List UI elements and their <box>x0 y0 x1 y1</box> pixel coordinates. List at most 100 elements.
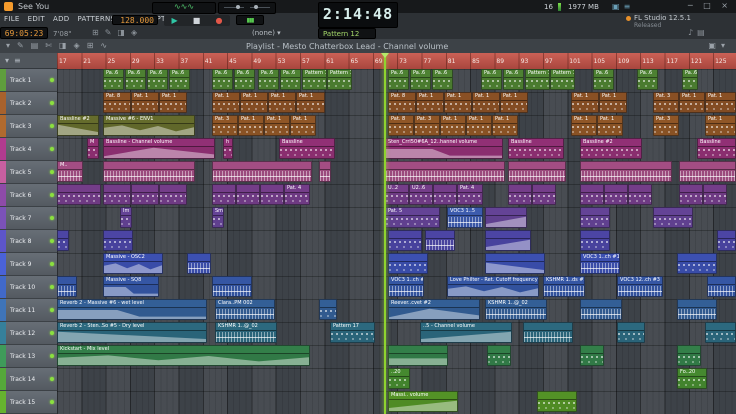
paint-tool-icon[interactable]: ▤ <box>31 41 46 50</box>
track-mute-led[interactable] <box>50 147 54 151</box>
playlist-clip[interactable] <box>212 184 236 205</box>
playlist-clip[interactable]: Pat. 3 <box>653 115 679 136</box>
playlist-clip[interactable]: VOC3 1..ch #1 <box>580 253 620 274</box>
playlist-clip[interactable]: Pat. 1 <box>264 115 290 136</box>
playlist-clip[interactable]: Bassline #2 <box>580 138 642 159</box>
playlist-clip[interactable] <box>103 161 195 182</box>
track-header[interactable]: Track 4 <box>0 138 57 161</box>
playlist-clip[interactable]: Pat. 1 <box>472 92 500 113</box>
playlist-clip[interactable] <box>707 276 736 297</box>
playlist-clip[interactable]: Bassline - Channel volume <box>103 138 215 159</box>
menu-file[interactable]: FILE <box>4 15 20 23</box>
track-header[interactable]: Track 7 <box>0 207 57 230</box>
playlist-clip[interactable]: Pat. 3 <box>414 115 440 136</box>
playlist-clip[interactable] <box>523 322 573 343</box>
playlist-clip[interactable]: Pat. 1 <box>212 92 240 113</box>
playlist-clip[interactable] <box>485 230 531 251</box>
track-mute-led[interactable] <box>50 170 54 174</box>
playlist-clip[interactable]: Im <box>120 207 132 228</box>
playlist-clip[interactable]: Pat. 1 <box>290 115 316 136</box>
playlist-clip[interactable] <box>703 184 727 205</box>
playhead[interactable] <box>381 53 389 414</box>
slice-icon[interactable]: ◈ <box>131 28 143 37</box>
playlist-clip[interactable] <box>388 230 422 251</box>
playlist-clip[interactable] <box>705 322 736 343</box>
playlist-clip[interactable]: Pa..6 <box>234 69 255 90</box>
playlist-clip[interactable]: Pat. 1 <box>599 92 627 113</box>
playlist-clip[interactable] <box>131 184 159 205</box>
pattern-selector[interactable]: Pattern 12 <box>318 28 376 39</box>
track-header[interactable]: Track 15 <box>0 391 57 414</box>
playlist-clip[interactable]: VOC3 12..ch #3 <box>617 276 663 297</box>
track-header[interactable]: Track 9 <box>0 253 57 276</box>
playlist-clip[interactable] <box>580 207 610 228</box>
track-mute-led[interactable] <box>50 262 54 266</box>
playlist-clip[interactable] <box>677 345 701 366</box>
playlist-clip[interactable] <box>508 184 532 205</box>
maximize-button[interactable]: □ <box>703 1 715 10</box>
shuffle-sliders[interactable] <box>218 2 276 14</box>
menu-patterns[interactable]: PATTERNS <box>77 15 115 23</box>
playlist-clip[interactable]: Reever..cvet #2 <box>388 299 480 320</box>
track-mute-led[interactable] <box>50 101 54 105</box>
playlist-clip[interactable]: Clara..PM 002 <box>215 299 275 320</box>
menu-edit[interactable]: EDIT <box>28 15 45 23</box>
stop-button[interactable]: ■ <box>193 16 201 26</box>
playlist-clip[interactable] <box>677 299 717 320</box>
track-mute-led[interactable] <box>50 124 54 128</box>
playlist-clip[interactable]: Pa..6 <box>169 69 190 90</box>
track-mute-led[interactable] <box>50 331 54 335</box>
playlist-clip[interactable] <box>212 276 252 297</box>
playlist-clip[interactable]: Pat. 1 <box>416 92 444 113</box>
playlist-clip[interactable]: h <box>223 138 233 159</box>
playlist-clip[interactable]: Bassline #2 <box>57 115 99 136</box>
playlist-clip[interactable]: Pat. 8 <box>388 92 416 113</box>
track-header[interactable]: Track 13 <box>0 345 57 368</box>
playlist-clip[interactable]: Pa..6 <box>481 69 502 90</box>
keyboard-icon[interactable]: ▤ <box>697 28 709 37</box>
playlist-clip[interactable]: M.. <box>57 161 83 182</box>
playlist-grid[interactable]: Pa..6 Pa..6 Pa..6 Pa..6 Pa..6 Pa..6 Pa..6 Pa..6… <box>57 69 736 414</box>
playlist-clip[interactable] <box>57 276 77 297</box>
playlist-clip[interactable] <box>57 230 69 251</box>
playlist-clip[interactable]: KSHMR 1..@_02 <box>215 322 277 343</box>
playlist-clip[interactable]: Pat. 1 <box>131 92 159 113</box>
playlist-clip[interactable]: Pa..6 <box>432 69 453 90</box>
playlist-clip[interactable] <box>717 230 736 251</box>
playlist-options-icon[interactable]: ▾ <box>721 41 730 50</box>
track-mute-led[interactable] <box>50 354 54 358</box>
playlist-clip[interactable] <box>677 253 717 274</box>
playlist-clip[interactable]: Bassline <box>279 138 335 159</box>
track-mute-led[interactable] <box>50 216 54 220</box>
playlist-clip[interactable] <box>319 299 337 320</box>
playlist-clip[interactable] <box>580 230 610 251</box>
select-tool-icon[interactable]: ⊞ <box>87 41 101 50</box>
playlist-clip[interactable] <box>103 184 131 205</box>
track-header[interactable]: Track 8 <box>0 230 57 253</box>
playlist-clip[interactable]: Pa..6 <box>258 69 279 90</box>
playlist-clip[interactable] <box>617 322 645 343</box>
playlist-clip[interactable]: Reverb 2 - Massive #6 - wet level <box>57 299 207 320</box>
playlist-clip[interactable]: Pat. 1 <box>238 115 264 136</box>
playlist-clip[interactable]: Pa..6 <box>212 69 233 90</box>
time-display[interactable]: 2:14:48 <box>318 2 398 28</box>
playlist-clip[interactable]: Sm <box>212 207 224 228</box>
track-header[interactable]: Track 12 <box>0 322 57 345</box>
playlist-clip[interactable]: Massive - OSC2 <box>103 253 163 274</box>
playlist-clip[interactable]: Fo..20 <box>677 368 707 389</box>
track-mute-led[interactable] <box>50 78 54 82</box>
playlist-clip[interactable]: Sten_Crrl50#6A_12..hannel volume <box>385 138 503 159</box>
play-button[interactable]: ▶ <box>172 16 178 26</box>
burger-icon[interactable]: ≡ <box>624 2 635 11</box>
playlist-clip[interactable] <box>433 184 457 205</box>
playlist-clip[interactable]: Pat. 1 <box>440 115 466 136</box>
playlist-clip[interactable]: Massive #6 - ENV1 <box>103 115 195 136</box>
playlist-clip[interactable]: Pa..6 <box>280 69 301 90</box>
playlist-clip[interactable]: Pa..6 <box>593 69 614 90</box>
track-header[interactable]: Track 5 <box>0 161 57 184</box>
playlist-clip[interactable]: VOC3 1..ch #2 <box>388 276 424 297</box>
playlist-clip[interactable]: Pa..6 <box>637 69 658 90</box>
playlist-clip[interactable]: Pat. 8 <box>388 115 414 136</box>
zoom-tool-icon[interactable]: ∿ <box>100 41 114 50</box>
mute-tool-icon[interactable]: ◨ <box>59 41 74 50</box>
